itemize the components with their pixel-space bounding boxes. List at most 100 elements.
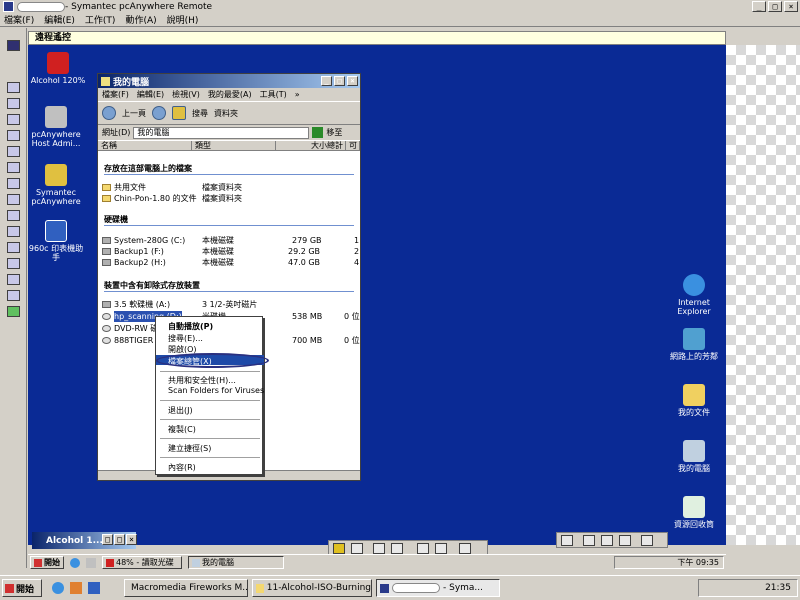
start-button[interactable]: 開始 xyxy=(2,579,42,597)
menu-edit[interactable]: 編輯(E) xyxy=(44,13,75,26)
maximize-button[interactable]: □ xyxy=(768,1,782,12)
task-pcanywhere[interactable]: - Syma... xyxy=(376,579,500,597)
desktop-icon-alcohol[interactable]: Alcohol 120% xyxy=(28,52,88,85)
alc-close-button[interactable]: × xyxy=(126,534,137,545)
back-label[interactable]: 上一頁 xyxy=(122,108,146,119)
menu-task[interactable]: 工作(T) xyxy=(85,13,116,26)
tool-icon-14[interactable] xyxy=(7,306,20,317)
task-fireworks[interactable]: Macromedia Fireworks M... xyxy=(124,579,248,597)
tool-icon[interactable] xyxy=(583,535,595,546)
mc-menu-view[interactable]: 檢視(V) xyxy=(172,89,200,100)
alc-maximize-button[interactable]: □ xyxy=(114,534,125,545)
forward-arrow-icon[interactable] xyxy=(152,106,166,120)
tool-icon[interactable] xyxy=(561,535,573,546)
menu-action[interactable]: 動作(A) xyxy=(125,13,156,26)
tool-icon-3[interactable] xyxy=(7,130,20,141)
list-item[interactable]: 3.5 軟碟機 (A:) 3 1/2-英吋磁片 xyxy=(102,299,358,310)
mc-menu-file[interactable]: 檔案(F) xyxy=(102,89,129,100)
desktop-icon-network[interactable]: 網路上的芳鄰 xyxy=(664,328,724,361)
expand-icon[interactable] xyxy=(7,40,20,51)
tool-icon-10[interactable] xyxy=(7,242,20,253)
desktop-icon-mycomputer[interactable]: 我的電腦 xyxy=(664,440,724,473)
ctx-autoplay[interactable]: 自動播放(P) xyxy=(168,321,213,332)
quicklaunch-desktop-icon[interactable] xyxy=(88,582,100,594)
ch-icon[interactable] xyxy=(333,543,345,554)
close-button[interactable]: × xyxy=(784,1,798,12)
col-free[interactable]: 可 xyxy=(346,141,360,150)
tool-icon-11[interactable] xyxy=(7,258,20,269)
desktop-icon-recycle[interactable]: 資源回收筒 xyxy=(664,496,724,529)
mc-close-button[interactable]: × xyxy=(347,76,358,86)
back-arrow-icon[interactable] xyxy=(102,106,116,120)
list-item[interactable]: Chin-Pon-1.80 的文件 檔案資料夾 xyxy=(102,193,358,204)
desktop-icon-ie[interactable]: Internet Explorer xyxy=(664,274,724,316)
alc-restore-button[interactable]: □ xyxy=(102,534,113,545)
mc-maximize-button[interactable]: □ xyxy=(334,76,345,86)
go-button[interactable]: 移至 xyxy=(326,127,342,138)
tool-icon[interactable] xyxy=(601,535,613,546)
quicklaunch-outlook-icon[interactable] xyxy=(70,582,82,594)
ctx-scan-viruses[interactable]: Scan Folders for Viruses xyxy=(168,386,264,395)
help-icon[interactable] xyxy=(7,82,20,93)
tool-icon[interactable] xyxy=(391,543,403,554)
tool-icon[interactable] xyxy=(373,543,385,554)
col-name[interactable]: 名稱 xyxy=(98,141,192,150)
quicklaunch-ie-icon[interactable] xyxy=(52,582,64,594)
tool-icon[interactable] xyxy=(417,543,429,554)
tool-icon-12[interactable] xyxy=(7,274,20,285)
task-folder[interactable]: 11-Alcohol-ISO-Burning xyxy=(252,579,372,597)
address-input[interactable]: 我的電腦 xyxy=(133,126,310,139)
up-folder-icon[interactable] xyxy=(172,106,186,120)
tool-icon-6[interactable] xyxy=(7,178,20,189)
ctx-properties[interactable]: 內容(R) xyxy=(168,462,196,473)
remote-task-mycomputer[interactable]: 我的電腦 xyxy=(188,556,284,569)
mc-menu-tools[interactable]: 工具(T) xyxy=(260,89,287,100)
tool-icon-5[interactable] xyxy=(7,162,20,173)
remote-start-button[interactable]: 開始 xyxy=(30,556,64,569)
tool-icon-13[interactable] xyxy=(7,290,20,301)
ctx-eject[interactable]: 退出(J) xyxy=(168,405,193,416)
search-button[interactable]: 搜尋 xyxy=(192,108,208,119)
quicklaunch-ie-icon[interactable] xyxy=(70,557,80,568)
outer-titlebar[interactable]: - Symantec pcAnywhere Remote _ □ × xyxy=(0,0,800,13)
tool-icon-4[interactable] xyxy=(7,146,20,157)
col-type[interactable]: 類型 xyxy=(192,141,276,150)
mc-menu-more[interactable]: » xyxy=(295,90,300,99)
ctx-search[interactable]: 搜尋(E)... xyxy=(168,333,203,344)
go-arrow-icon[interactable] xyxy=(312,127,324,138)
tool-icon-9[interactable] xyxy=(7,226,20,237)
mycomputer-titlebar[interactable]: 我的電腦 _ □ × xyxy=(98,74,360,88)
tool-icon-7[interactable] xyxy=(7,194,20,205)
minimize-button[interactable]: _ xyxy=(752,1,766,12)
ctx-sharing[interactable]: 共用和安全性(H)... xyxy=(168,375,236,386)
remote-clock[interactable]: 下午 09:35 xyxy=(677,558,719,567)
ctx-copy[interactable]: 複製(C) xyxy=(168,424,196,435)
ctx-create-shortcut[interactable]: 建立捷徑(S) xyxy=(168,443,211,454)
tool-icon[interactable] xyxy=(619,535,631,546)
menu-help[interactable]: 說明(H) xyxy=(167,13,199,26)
remote-task-alcohol[interactable]: 48% - 讀取光碟 xyxy=(102,556,182,569)
tool-icon[interactable] xyxy=(435,543,447,554)
list-item[interactable]: Backup2 (H:) 本機磁碟 47.0 GB 4 xyxy=(102,257,359,268)
folders-button[interactable]: 資料夾 xyxy=(214,108,238,119)
tool-icon-8[interactable] xyxy=(7,210,20,221)
desktop-icon-symantec[interactable]: Symantec pcAnywhere xyxy=(26,164,86,206)
quicklaunch-icon[interactable] xyxy=(86,557,96,568)
desktop-icon-documents[interactable]: 我的文件 xyxy=(664,384,724,417)
mc-menu-edit[interactable]: 編輯(E) xyxy=(137,89,164,100)
list-item[interactable]: Backup1 (F:) 本機磁碟 29.2 GB 2 xyxy=(102,246,359,257)
list-item[interactable]: System-280G (C:) 本機磁碟 279 GB 1 xyxy=(102,235,359,246)
help-icon[interactable] xyxy=(459,543,471,554)
desktop-icon-960c[interactable]: 960c 印表機助手 xyxy=(26,220,86,262)
mc-minimize-button[interactable]: _ xyxy=(321,76,332,86)
clock[interactable]: 21:35 xyxy=(765,583,791,593)
tool-icon-2[interactable] xyxy=(7,114,20,125)
desktop-icon-pcanywhere-host[interactable]: pcAnywhere Host Admi... xyxy=(26,106,86,148)
tool-icon-1[interactable] xyxy=(7,98,20,109)
mc-menu-favorites[interactable]: 我的最愛(A) xyxy=(208,89,252,100)
help-icon[interactable] xyxy=(641,535,653,546)
list-item[interactable]: 共用文件 檔案資料夾 xyxy=(102,182,358,193)
tool-icon[interactable] xyxy=(351,543,363,554)
col-size[interactable]: 大小總計 xyxy=(276,141,346,150)
menu-file[interactable]: 檔案(F) xyxy=(4,13,34,26)
